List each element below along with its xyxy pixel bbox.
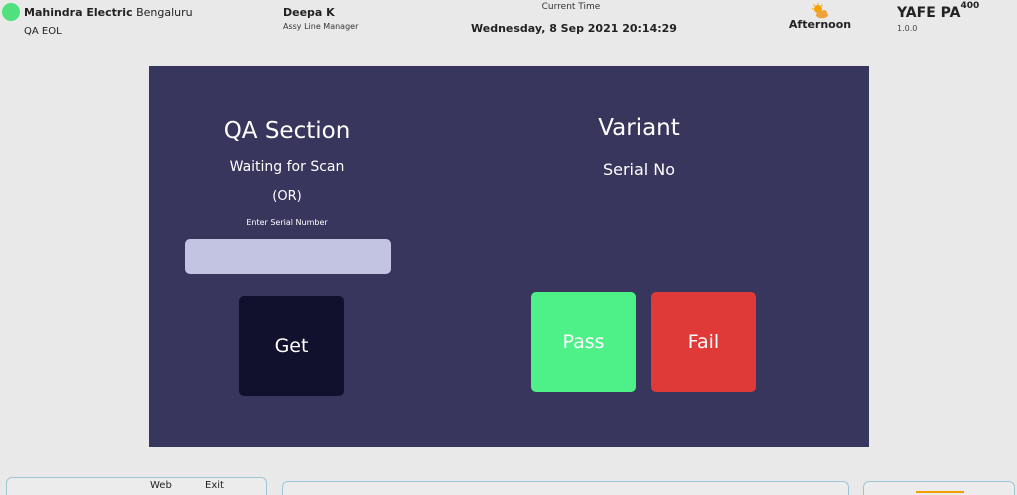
- app-superscript: 400: [960, 1, 980, 11]
- footer-status-bar: [282, 481, 849, 495]
- station-name: QA EOL: [24, 26, 62, 37]
- shift-label: Afternoon: [788, 18, 852, 31]
- pass-button[interactable]: Pass: [531, 292, 636, 392]
- app-name: YAFE PA: [897, 5, 961, 21]
- company-name-bold: Mahindra Electric: [24, 6, 133, 19]
- fail-button[interactable]: Fail: [651, 292, 756, 392]
- or-separator: (OR): [272, 189, 302, 204]
- serial-number-label: Enter Serial Number: [246, 218, 328, 227]
- scan-status: Waiting for Scan: [229, 159, 345, 175]
- partly-cloudy-icon: [812, 3, 828, 19]
- current-time-value: Wednesday, 8 Sep 2021 20:14:29: [471, 22, 677, 35]
- serial-number-input[interactable]: [185, 239, 391, 274]
- user-name: Deepa K: [283, 6, 335, 19]
- section-title: QA Section: [223, 118, 351, 144]
- footer-right-indicator: [916, 491, 964, 493]
- current-time-label: Current Time: [541, 2, 601, 12]
- app-title: YAFE PA400: [897, 1, 979, 21]
- app-version: 1.0.0: [897, 24, 918, 33]
- web-link[interactable]: Web: [150, 480, 172, 491]
- footer-nav: Web Exit: [6, 477, 267, 495]
- user-role: Assy Line Manager: [283, 22, 359, 31]
- serial-no-label: Serial No: [602, 160, 676, 179]
- exit-link[interactable]: Exit: [205, 480, 224, 491]
- variant-label: Variant: [598, 115, 680, 141]
- status-indicator: [2, 3, 20, 21]
- company-name: Mahindra Electric Bengaluru: [24, 6, 193, 19]
- company-location: Bengaluru: [136, 6, 193, 19]
- get-button[interactable]: Get: [239, 296, 344, 396]
- qa-panel: QA Section Waiting for Scan (OR) Enter S…: [149, 66, 869, 447]
- footer-right-panel: [863, 481, 1015, 495]
